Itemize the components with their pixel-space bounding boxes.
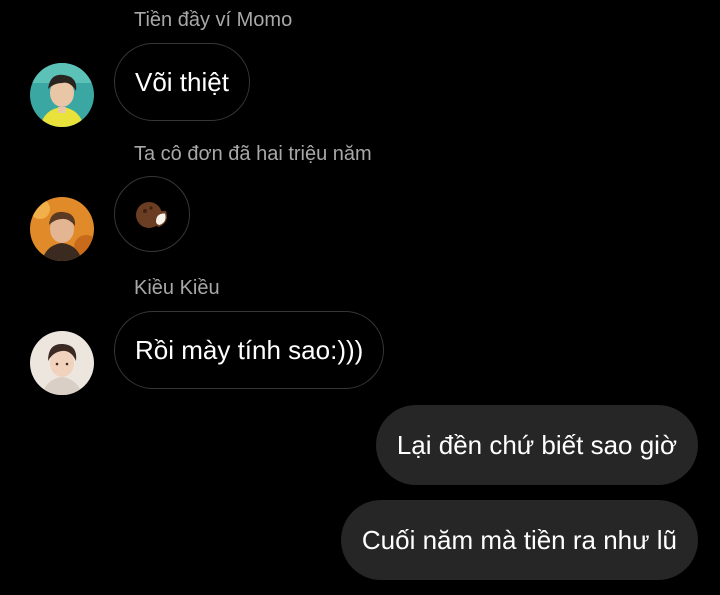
coconut-icon xyxy=(136,202,168,228)
avatar-image xyxy=(30,331,94,395)
outgoing-message-bubble[interactable]: Cuối năm mà tiền ra như lũ xyxy=(340,500,698,580)
sender-name: Ta cô đơn đã hai triệu năm xyxy=(134,143,372,165)
avatar[interactable] xyxy=(30,197,94,261)
incoming-message-bubble[interactable]: Või thiệt xyxy=(114,43,250,121)
message-text: Rồi mày tính sao:))) xyxy=(135,334,364,365)
message-text: Või thiệt xyxy=(135,66,229,97)
incoming-emoji-bubble[interactable] xyxy=(114,176,190,252)
message-text: Cuối năm mà tiền ra như lũ xyxy=(361,524,677,555)
avatar[interactable] xyxy=(30,331,94,395)
sender-name: Kiều Kiều xyxy=(134,277,220,299)
avatar-image xyxy=(30,197,94,261)
sender-name: Tiền đầy ví Momo xyxy=(134,9,293,31)
message-text: Lại đền chứ biết sao giờ xyxy=(396,429,677,460)
outgoing-message-bubble[interactable]: Lại đền chứ biết sao giờ xyxy=(375,405,698,485)
incoming-message-bubble[interactable]: Rồi mày tính sao:))) xyxy=(114,311,385,389)
avatar-image xyxy=(30,63,94,127)
avatar[interactable] xyxy=(30,63,94,127)
